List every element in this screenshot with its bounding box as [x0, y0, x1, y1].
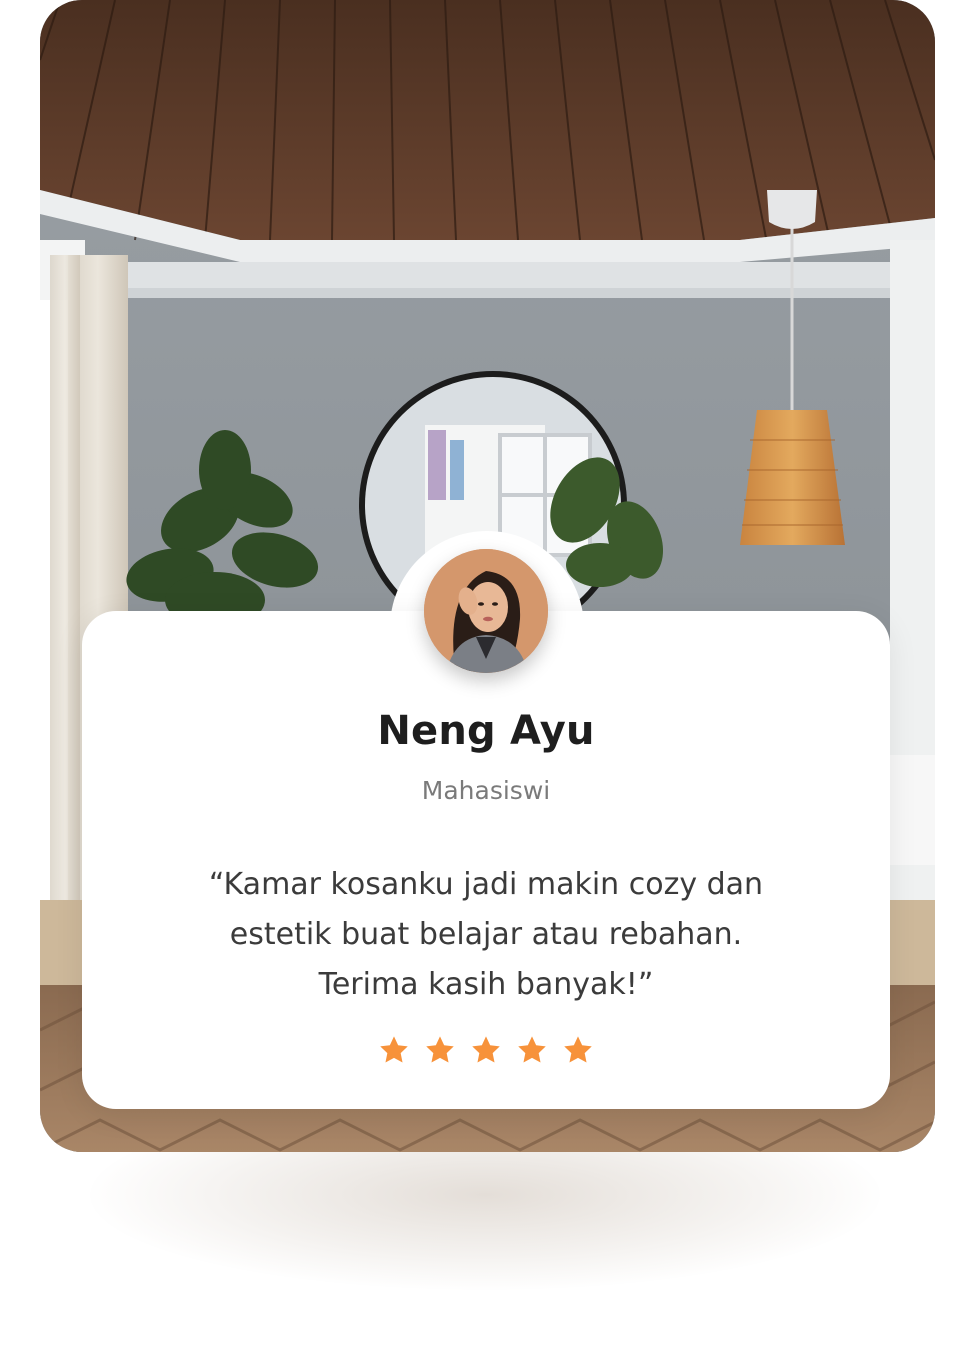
star-icon — [472, 1036, 500, 1063]
avatar — [424, 549, 548, 673]
reviewer-role: Mahasiswi — [421, 776, 551, 805]
testimonial-section: Neng Ayu Mahasiswi “Kamar kosanku jadi m… — [0, 0, 970, 1347]
star-icon — [380, 1036, 408, 1063]
star-icon — [426, 1036, 454, 1063]
star-rating — [82, 1034, 890, 1066]
testimonial-quote: “Kamar kosanku jadi makin cozy dan estet… — [208, 867, 764, 1002]
avatar-photo — [424, 549, 548, 673]
star-icon — [518, 1036, 546, 1063]
reviewer-name: Neng Ayu — [377, 708, 595, 754]
star-icon — [564, 1036, 592, 1063]
